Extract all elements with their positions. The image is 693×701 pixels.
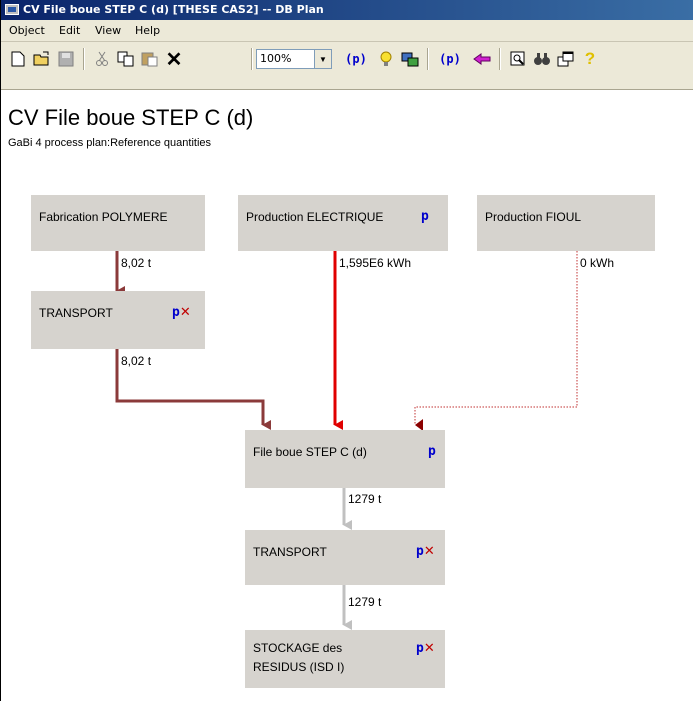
- excluded-icon: ✕: [179, 305, 191, 320]
- flow-label-fioul: 0 kWh: [580, 256, 615, 270]
- process-production-electrique[interactable]: Production ELECTRIQUE p: [238, 195, 448, 251]
- inspect-icon[interactable]: [507, 48, 529, 70]
- process-plan-canvas[interactable]: CV File boue STEP C (d) GaBi 4 process p…: [1, 91, 693, 701]
- title-bar[interactable]: CV File boue STEP C (d) [THESE CAS2] -- …: [1, 0, 693, 20]
- cut-icon[interactable]: [91, 48, 113, 70]
- help-icon[interactable]: ?: [579, 48, 601, 70]
- menu-bar: Object Edit View Help: [1, 20, 693, 42]
- toolbar-separator: [83, 48, 85, 70]
- chevron-down-icon[interactable]: ▼: [314, 50, 331, 68]
- flow-arrows: [115, 251, 578, 630]
- process-label: Production ELECTRIQUE: [246, 210, 384, 224]
- db-plan-window: CV File boue STEP C (d) [THESE CAS2] -- …: [0, 0, 693, 701]
- menu-edit[interactable]: Edit: [59, 24, 80, 37]
- process-label: TRANSPORT: [39, 306, 113, 320]
- zoom-value: 100%: [260, 52, 292, 65]
- toolbar-separator: [251, 48, 253, 70]
- toolbar: ✕ 100% ▼ (p) (p) ?: [1, 42, 693, 90]
- process-label: STOCKAGE des RESIDUS (ISD I): [253, 641, 345, 674]
- save-icon[interactable]: [55, 48, 77, 70]
- toolbar-separator: [427, 48, 429, 70]
- process-label: Fabrication POLYMERE: [39, 210, 168, 224]
- windows-icon[interactable]: [555, 48, 577, 70]
- toolbar-separator: [499, 48, 501, 70]
- copy-icon[interactable]: [115, 48, 137, 70]
- bulb-icon[interactable]: [375, 48, 397, 70]
- process-fabrication-polymere[interactable]: Fabrication POLYMERE: [31, 195, 205, 251]
- process-icon[interactable]: [399, 48, 421, 70]
- parameter-flag: p: [428, 444, 436, 459]
- menu-object[interactable]: Object: [9, 24, 45, 37]
- flow-label-polymere: 8,02 t: [121, 256, 152, 270]
- open-icon[interactable]: [31, 48, 53, 70]
- process-production-fioul[interactable]: Production FIOUL: [477, 195, 655, 251]
- parameter-flag: p✕: [416, 544, 435, 559]
- excluded-icon: ✕: [423, 641, 435, 656]
- process-label: File boue STEP C (d): [253, 445, 367, 459]
- flow-label-electricite: 1,595E6 kWh: [339, 256, 412, 270]
- parameter-flag: p: [421, 209, 429, 224]
- find-icon[interactable]: [531, 48, 553, 70]
- flow-label-fileboue: 1279 t: [348, 492, 382, 506]
- flow-line-fioul: [414, 251, 578, 431]
- parameter-flag: p✕: [416, 641, 435, 656]
- process-label: TRANSPORT: [253, 545, 327, 559]
- menu-help[interactable]: Help: [135, 24, 160, 37]
- menu-view[interactable]: View: [95, 24, 121, 37]
- flow-icon[interactable]: [471, 48, 493, 70]
- window-app-icon: [5, 4, 19, 15]
- process-label: Production FIOUL: [485, 210, 582, 224]
- parameter-icon[interactable]: (p): [341, 48, 371, 70]
- process-stockage[interactable]: STOCKAGE des RESIDUS (ISD I) p✕: [245, 630, 445, 688]
- process-transport-1[interactable]: TRANSPORT p✕: [31, 291, 205, 349]
- flow-label-transport1: 8,02 t: [121, 354, 152, 368]
- excluded-icon: ✕: [423, 544, 435, 559]
- window-title: CV File boue STEP C (d) [THESE CAS2] -- …: [23, 3, 324, 16]
- new-icon[interactable]: [7, 48, 29, 70]
- parameter-flag: p✕: [172, 305, 191, 320]
- flow-label-transport2: 1279 t: [348, 595, 382, 609]
- process-file-boue[interactable]: File boue STEP C (d) p: [245, 430, 445, 488]
- parameter-explorer-icon[interactable]: (p): [435, 48, 465, 70]
- delete-icon[interactable]: ✕: [163, 48, 185, 71]
- process-transport-2[interactable]: TRANSPORT p✕: [245, 530, 445, 585]
- paste-icon[interactable]: [139, 48, 161, 70]
- zoom-select[interactable]: 100% ▼: [256, 49, 332, 69]
